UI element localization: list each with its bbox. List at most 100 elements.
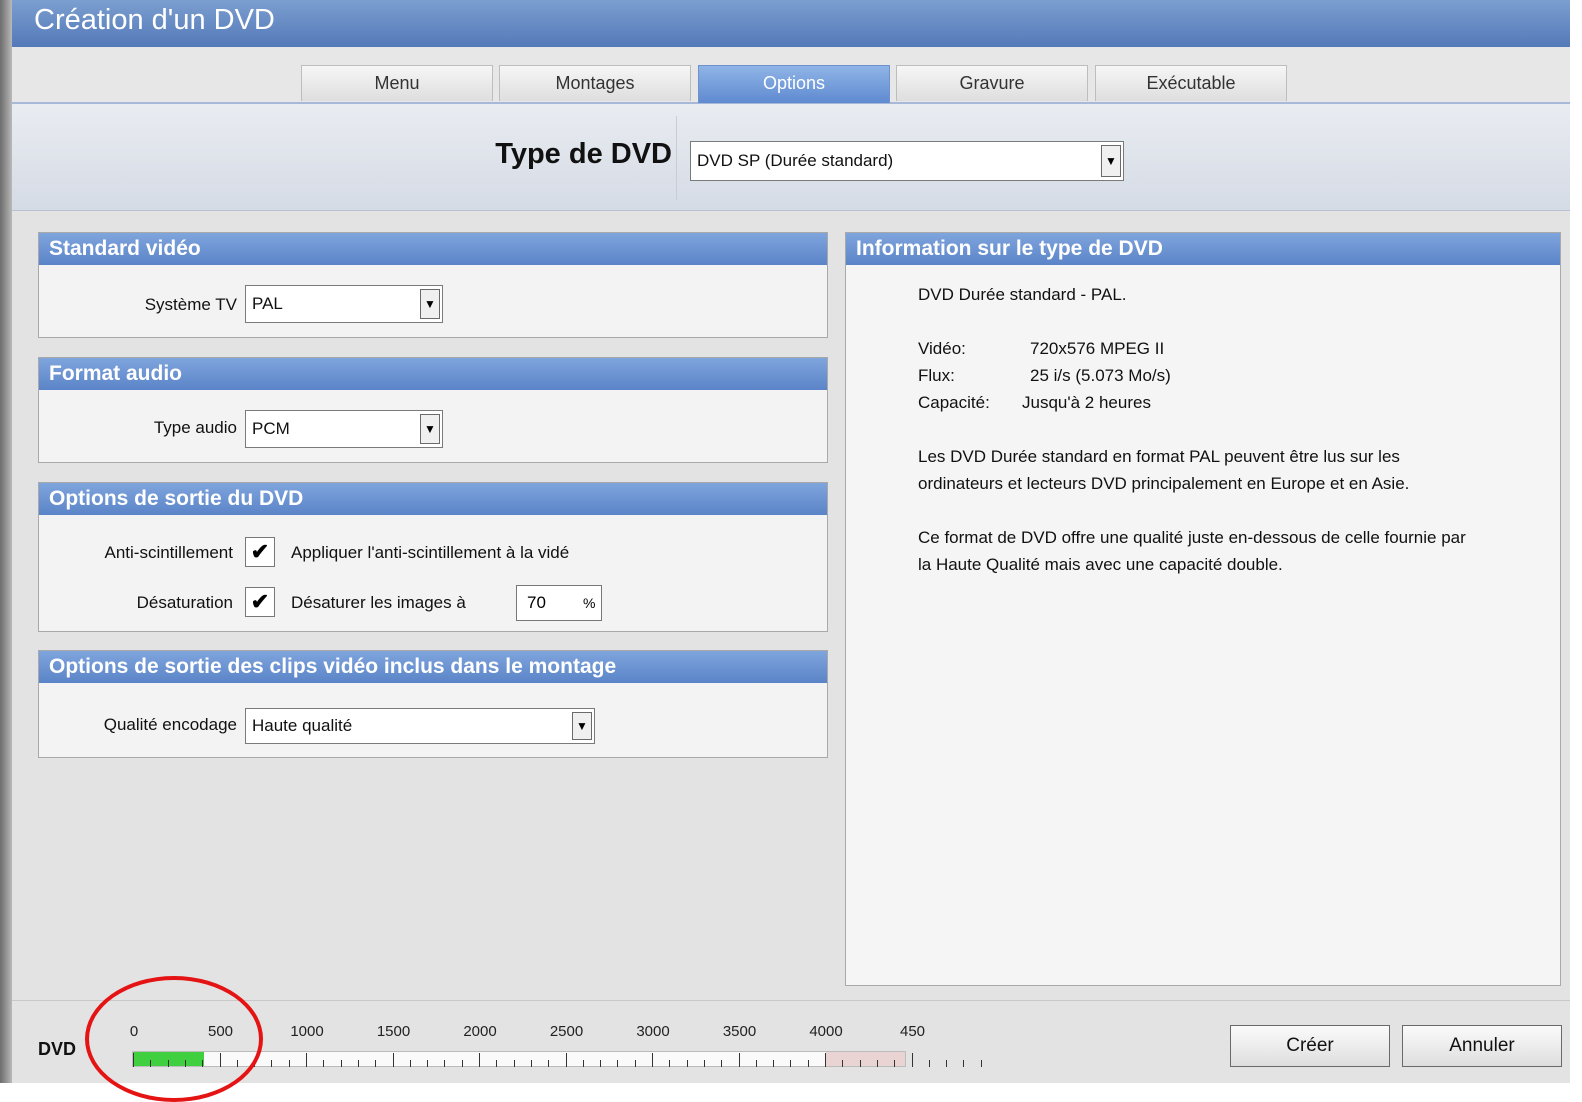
audio-type-value: PCM [252,419,290,438]
capacity-tick [980,1060,982,1067]
capacity-tick [167,1060,169,1067]
capacity-tick [600,1060,602,1067]
capacity-tick [271,1060,273,1067]
capacity-tick [634,1060,636,1067]
chevron-down-icon[interactable]: ▼ [420,289,440,319]
capacity-tick-label: 3500 [722,1023,757,1040]
capacity-tick-label: 0 [129,1023,139,1040]
tab-executable[interactable]: Exécutable [1095,65,1287,101]
desaturation-checkbox[interactable]: ✔ [245,587,275,617]
percent-unit: % [583,595,596,611]
capacity-tick-label: 500 [207,1023,234,1040]
info-spec-row: Vidéo: 720x576 MPEG II [918,335,1518,362]
chevron-down-icon[interactable]: ▼ [572,712,592,740]
capacity-tick [184,1060,186,1067]
dvd-type-bar: Type de DVD DVD SP (Durée standard) ▼ [12,104,1570,211]
capacity-tick-label: 2500 [549,1023,584,1040]
capacity-tick [461,1060,463,1067]
dvd-type-label: Type de DVD [495,138,672,170]
dvd-capacity-label: DVD [38,1039,77,1059]
capacity-tick [703,1060,705,1067]
audio-type-label: Type audio [153,418,237,437]
encoding-quality-select[interactable]: Haute qualité ▼ [245,708,595,744]
capacity-tick [236,1060,238,1067]
chevron-down-icon[interactable]: ▼ [1101,145,1121,177]
dvd-type-info-text: DVD Durée standard - PAL. Vidéo: 720x576… [918,281,1518,578]
capacity-tick [513,1060,515,1067]
title-bar: Création d'un DVD [12,0,1570,47]
capacity-tick [357,1060,359,1067]
chevron-down-icon[interactable]: ▼ [420,414,440,444]
capacity-tick [150,1060,152,1067]
tab-menu[interactable]: Menu [301,65,493,101]
info-spec-key: Flux: [918,366,955,385]
capacity-tick [859,1060,861,1067]
capacity-tick [807,1060,809,1067]
dvd-creation-window: Création d'un DVD Menu Montages Options … [12,0,1570,1083]
capacity-tick [565,1053,567,1067]
antiflicker-text: Appliquer l'anti-scintillement à la vidé [291,543,570,562]
capacity-tick [323,1060,325,1067]
capacity-tick [392,1053,394,1067]
capacity-tick [911,1053,913,1067]
capacity-tick [669,1060,671,1067]
capacity-tick-label: 3000 [636,1023,670,1040]
info-spec-key: Vidéo: [918,339,966,358]
tv-system-label: Système TV [144,295,237,314]
info-paragraph-2: Ce format de DVD offre une qualité juste… [918,528,1466,574]
info-spec-value: 25 i/s (5.073 Mo/s) [1030,366,1171,385]
tab-options[interactable]: Options [698,65,890,103]
capacity-tick [946,1060,948,1067]
capacity-tick-label: 1500 [376,1023,411,1040]
desaturation-percent-value: 70 [527,593,546,612]
divider [676,116,677,200]
capacity-tick [755,1060,757,1067]
capacity-tick [133,1053,134,1067]
encoding-quality-label: Qualité encodage [103,715,237,734]
capacity-tick [202,1060,204,1067]
capacity-tick [928,1060,930,1067]
capacity-tick [409,1060,411,1067]
cancel-button[interactable]: Annuler [1402,1025,1562,1067]
capacity-tick-label: 2000 [463,1023,497,1040]
capacity-tick [548,1060,550,1067]
tv-system-select[interactable]: PAL ▼ [245,285,443,323]
antiflicker-checkbox[interactable]: ✔ [245,537,275,567]
audio-format-header: Format audio [39,358,827,390]
info-paragraph-1: Les DVD Durée standard en format PAL peu… [918,447,1410,493]
antiflicker-label: Anti-scintillement [104,543,234,562]
info-spec-value: 720x576 MPEG II [1030,339,1165,358]
desaturation-label: Désaturation [136,593,233,612]
capacity-tick [652,1053,653,1067]
capacity-overflow-zone [826,1052,905,1066]
info-spec-row: Capacité: Jusqu'à 2 heures [918,389,1518,416]
create-button[interactable]: Créer [1230,1025,1390,1067]
capacity-tick [530,1060,532,1067]
desaturation-percent-input[interactable]: 70 % [516,585,602,621]
capacity-tick-label: 450 [899,1023,926,1040]
tab-montages[interactable]: Montages [499,65,691,101]
capacity-tick [444,1060,446,1067]
capacity-tick [721,1060,723,1067]
capacity-tick [842,1060,844,1067]
dvd-type-select[interactable]: DVD SP (Durée standard) ▼ [690,141,1124,181]
capacity-gauge: 0 500 1000 1500 2000 2500 3000 3500 4000 450 [129,1023,982,1071]
encoding-quality-value: Haute qualité [252,716,353,735]
capacity-tick-label: 1000 [290,1023,324,1040]
capacity-tick [790,1060,792,1067]
capacity-tick [894,1060,896,1067]
capacity-tick [617,1060,619,1067]
audio-type-select[interactable]: PCM ▼ [245,410,443,448]
tab-gravure[interactable]: Gravure [896,65,1088,101]
clips-output-options-header: Options de sortie des clips vidéo inclus… [39,651,827,683]
capacity-tick [582,1060,584,1067]
dvd-type-info-header: Information sur le type de DVD [846,233,1560,265]
info-heading: DVD Durée standard - PAL. [918,285,1127,304]
capacity-tick [738,1053,740,1067]
capacity-tick [288,1060,290,1067]
capacity-tick [686,1060,688,1067]
capacity-tick [773,1060,775,1067]
dvd-output-options-panel: Options de sortie du DVD Anti-scintillem… [38,482,828,632]
background-window-edge [0,0,12,1083]
capacity-tick [340,1060,342,1067]
